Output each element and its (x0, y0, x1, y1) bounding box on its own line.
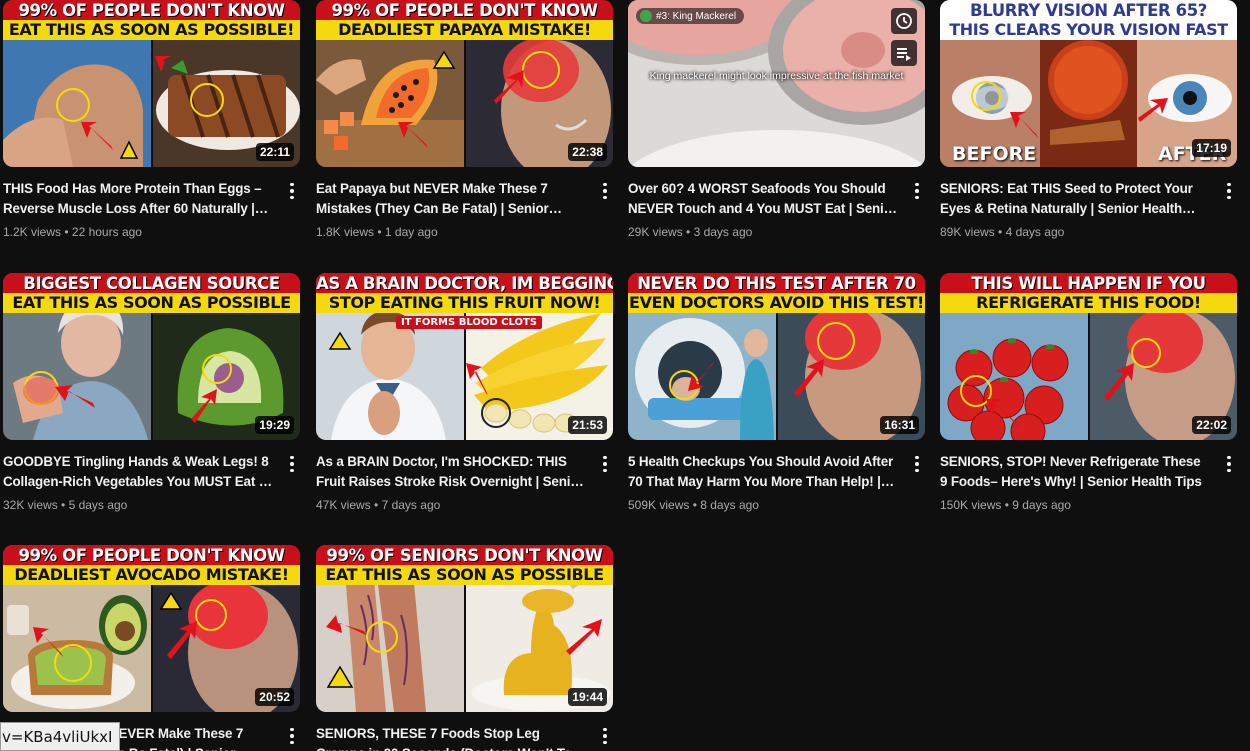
video-thumbnail[interactable]: 99% OF SENIORS DON'T KNOW EAT THIS AS SO… (316, 545, 613, 712)
video-card[interactable]: BLURRY VISION AFTER 65? THIS CLEARS YOUR… (940, 0, 1237, 241)
video-thumbnail[interactable]: 99% OF PEOPLE DON'T KNOW EAT THIS AS SOO… (3, 0, 300, 167)
video-card[interactable]: 99% OF PEOPLE DON'T KNOW EAT THIS AS SOO… (3, 0, 300, 241)
kebab-menu-icon[interactable] (597, 726, 613, 746)
video-title[interactable]: SENIORS, STOP! Never Refrigerate These 9… (940, 452, 1211, 492)
upload-age: 5 days ago (68, 498, 128, 512)
video-metadata: 32K views • 5 days ago (3, 498, 128, 512)
kebab-menu-icon[interactable] (284, 726, 300, 746)
video-thumbnail[interactable]: THIS WILL HAPPEN IF YOU REFRIGERATE THIS… (940, 273, 1237, 440)
view-count: 509K views (628, 498, 690, 512)
kebab-menu-icon[interactable] (909, 181, 925, 201)
thumbnail-banner: BLURRY VISION AFTER 65? THIS CLEARS YOUR… (940, 0, 1237, 40)
video-metadata: 509K views • 8 days ago (628, 498, 759, 512)
video-thumbnail[interactable]: BLURRY VISION AFTER 65? THIS CLEARS YOUR… (940, 0, 1237, 167)
chapter-icon (640, 10, 652, 22)
duration-badge: 19:29 (255, 416, 294, 434)
video-title[interactable]: THIS Food Has More Protein Than Eggs – R… (3, 179, 274, 219)
video-preview[interactable]: #3: King Mackerel King mackerel might lo… (628, 0, 925, 167)
upload-age: 22 hours ago (71, 225, 142, 239)
chapter-chip: #3: King Mackerel (636, 8, 745, 24)
video-card[interactable]: NEVER DO THIS TEST AFTER 70 EVEN DOCTORS… (628, 273, 925, 514)
video-card[interactable]: THIS WILL HAPPEN IF YOU REFRIGERATE THIS… (940, 273, 1237, 514)
thumbnail-banner: NEVER DO THIS TEST AFTER 70 EVEN DOCTORS… (628, 273, 925, 313)
upload-age: 8 days ago (700, 498, 759, 512)
kebab-menu-icon[interactable] (597, 181, 613, 201)
view-count: 1.2K views (3, 225, 62, 239)
video-thumbnail[interactable]: 99% OF PEOPLE DON'T KNOW DEADLIEST AVOCA… (3, 545, 300, 712)
thumbnail-banner: AS A BRAIN DOCTOR, IM BEGGING STOP EATIN… (316, 273, 613, 313)
video-thumbnail[interactable]: NEVER DO THIS TEST AFTER 70 EVEN DOCTORS… (628, 273, 925, 440)
upload-age: 3 days ago (693, 225, 753, 239)
video-metadata: 1.2K views • 22 hours ago (3, 225, 142, 239)
video-thumbnail[interactable]: AS A BRAIN DOCTOR, IM BEGGING STOP EATIN… (316, 273, 613, 440)
video-title[interactable]: As a BRAIN Doctor, I'm SHOCKED: THIS Fru… (316, 452, 587, 492)
status-bar-url: v=KBa4vliUkxI (0, 722, 120, 751)
video-thumbnail[interactable]: BIGGEST COLLAGEN SOURCE EAT THIS AS SOON… (3, 273, 300, 440)
warning-tag: IT FORMS BLOOD CLOTS (396, 316, 542, 329)
duration-badge: 21:53 (568, 416, 607, 434)
video-card[interactable]: 99% OF PEOPLE DON'T KNOW DEADLIEST PAPAY… (316, 0, 613, 241)
upload-age: 7 days ago (381, 498, 441, 512)
duration-badge: 22:02 (1192, 416, 1231, 434)
duration-badge: 20:52 (255, 688, 294, 706)
duration-badge: 17:19 (1192, 139, 1231, 157)
duration-badge: 22:38 (568, 143, 607, 161)
video-metadata: 1.8K views • 1 day ago (316, 225, 438, 239)
view-count: 29K views (628, 225, 683, 239)
duration-badge: 16:31 (880, 416, 919, 434)
video-title[interactable]: Over 60? 4 WORST Seafoods You Should NEV… (628, 179, 899, 219)
kebab-menu-icon[interactable] (1221, 454, 1237, 474)
video-title[interactable]: SENIORS, THESE 7 Foods Stop Leg Cramps i… (316, 724, 587, 751)
video-metadata: 89K views • 4 days ago (940, 225, 1065, 239)
upload-age: 9 days ago (1012, 498, 1071, 512)
upload-age: 4 days ago (1005, 225, 1065, 239)
clock-icon[interactable] (891, 8, 917, 34)
kebab-menu-icon[interactable] (284, 454, 300, 474)
thumbnail-banner: BIGGEST COLLAGEN SOURCE EAT THIS AS SOON… (3, 273, 300, 313)
thumbnail-banner: THIS WILL HAPPEN IF YOU REFRIGERATE THIS… (940, 273, 1237, 313)
video-card[interactable]: BIGGEST COLLAGEN SOURCE EAT THIS AS SOON… (3, 273, 300, 514)
kebab-menu-icon[interactable] (1221, 181, 1237, 201)
view-count: 32K views (3, 498, 58, 512)
view-count: 1.8K views (316, 225, 375, 239)
duration-badge: 22:11 (255, 143, 294, 161)
before-label: BEFORE (952, 143, 1037, 165)
thumbnail-banner: 99% OF PEOPLE DON'T KNOW EAT THIS AS SOO… (3, 0, 300, 40)
duration-badge: 19:44 (568, 688, 607, 706)
view-count: 47K views (316, 498, 371, 512)
upload-age: 1 day ago (384, 225, 438, 239)
video-card[interactable]: 99% OF SENIORS DON'T KNOW EAT THIS AS SO… (316, 545, 613, 751)
video-card[interactable]: 99% OF PEOPLE DON'T KNOW DEADLIEST AVOCA… (3, 545, 300, 751)
video-title[interactable]: 5 Health Checkups You Should Avoid After… (628, 452, 899, 492)
video-card[interactable]: #3: King Mackerel King mackerel might lo… (628, 0, 925, 241)
video-metadata: 150K views • 9 days ago (940, 498, 1071, 512)
kebab-menu-icon[interactable] (597, 454, 613, 474)
video-title[interactable]: GOODBYE Tingling Hands & Weak Legs! 8 Co… (3, 452, 274, 492)
thumbnail-banner: 99% OF SENIORS DON'T KNOW EAT THIS AS SO… (316, 545, 613, 585)
video-title[interactable]: Eat Papaya but NEVER Make These 7 Mistak… (316, 179, 587, 219)
video-thumbnail[interactable]: 99% OF PEOPLE DON'T KNOW DEADLIEST PAPAY… (316, 0, 613, 167)
thumbnail-banner: 99% OF PEOPLE DON'T KNOW DEADLIEST AVOCA… (3, 545, 300, 585)
kebab-menu-icon[interactable] (909, 454, 925, 474)
video-card[interactable]: AS A BRAIN DOCTOR, IM BEGGING STOP EATIN… (316, 273, 613, 514)
video-title[interactable]: SENIORS: Eat THIS Seed to Protect Your E… (940, 179, 1211, 219)
video-metadata: 29K views • 3 days ago (628, 225, 753, 239)
view-count: 89K views (940, 225, 995, 239)
video-metadata: 47K views • 7 days ago (316, 498, 441, 512)
queue-icon[interactable] (891, 40, 917, 66)
kebab-menu-icon[interactable] (284, 181, 300, 201)
preview-caption: King mackerel might look impressive at t… (649, 70, 904, 82)
view-count: 150K views (940, 498, 1002, 512)
thumbnail-banner: 99% OF PEOPLE DON'T KNOW DEADLIEST PAPAY… (316, 0, 613, 40)
